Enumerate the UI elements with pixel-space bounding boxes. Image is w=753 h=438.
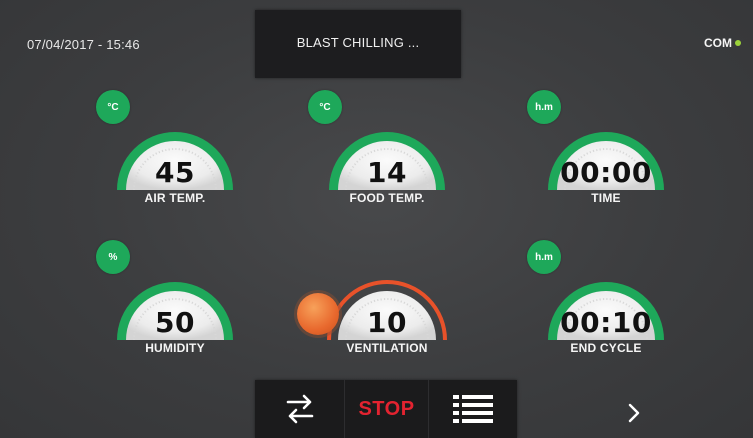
next-page-button[interactable] [620, 395, 648, 431]
com-status-dot [735, 40, 741, 46]
swap-arrows-icon [286, 394, 313, 424]
gauge-label: HUMIDITY [145, 341, 205, 355]
gauge-time[interactable]: h.m 00:00 TIME [527, 90, 671, 206]
gauge-dial [327, 280, 447, 341]
gauge-dial [548, 282, 664, 341]
gauge-label: TIME [591, 191, 621, 205]
gauge-value: 14 [367, 156, 407, 189]
unit-badge: °C [96, 90, 130, 124]
gauge-dial [548, 132, 664, 191]
gauge-value: 10 [367, 306, 407, 339]
bottom-toolbar: STOP [255, 380, 517, 438]
gauge-value: 45 [155, 156, 195, 189]
stop-label: STOP [358, 397, 415, 420]
gauge-label: FOOD TEMP. [349, 191, 425, 205]
com-status: COM [704, 36, 741, 50]
gauge-air-temp[interactable]: °C 45 AIR TEMP. [96, 90, 240, 206]
unit-badge: °C [308, 90, 342, 124]
gauge-value: 50 [155, 306, 195, 339]
program-title: BLAST CHILLING ... [296, 34, 420, 50]
gauge-label: VENTILATION [346, 341, 428, 355]
unit-badge: % [96, 240, 130, 274]
gauge-ventilation[interactable]: 10 VENTILATION [297, 246, 452, 356]
datetime-display: 07/04/2017 - 15:46 [27, 37, 140, 52]
program-title-panel[interactable]: BLAST CHILLING ... [255, 10, 461, 78]
gauge-value: 00:00 [560, 156, 652, 189]
list-icon [453, 395, 493, 423]
gauge-dial [329, 132, 445, 191]
gauge-food-temp[interactable]: °C 14 FOOD TEMP. [308, 90, 452, 206]
chevron-right-icon [628, 403, 640, 423]
blast-chiller-screen: 07/04/2017 - 15:46 BLAST CHILLING ... CO… [0, 0, 753, 438]
gauge-label: AIR TEMP. [144, 191, 206, 205]
gauge-end-cycle[interactable]: h.m 00:10 END CYCLE [527, 240, 671, 356]
gauge-dial [117, 132, 233, 191]
gauge-label: END CYCLE [570, 341, 642, 355]
gauge-dial [117, 282, 233, 341]
swap-button[interactable] [255, 380, 345, 438]
list-button[interactable] [429, 380, 517, 438]
gauge-humidity[interactable]: % 50 HUMIDITY [96, 240, 240, 356]
stop-button[interactable]: STOP [345, 380, 429, 438]
gauge-value: 00:10 [560, 306, 652, 339]
com-label: COM [704, 36, 732, 50]
unit-badge: h.m [527, 240, 561, 274]
unit-badge: h.m [527, 90, 561, 124]
